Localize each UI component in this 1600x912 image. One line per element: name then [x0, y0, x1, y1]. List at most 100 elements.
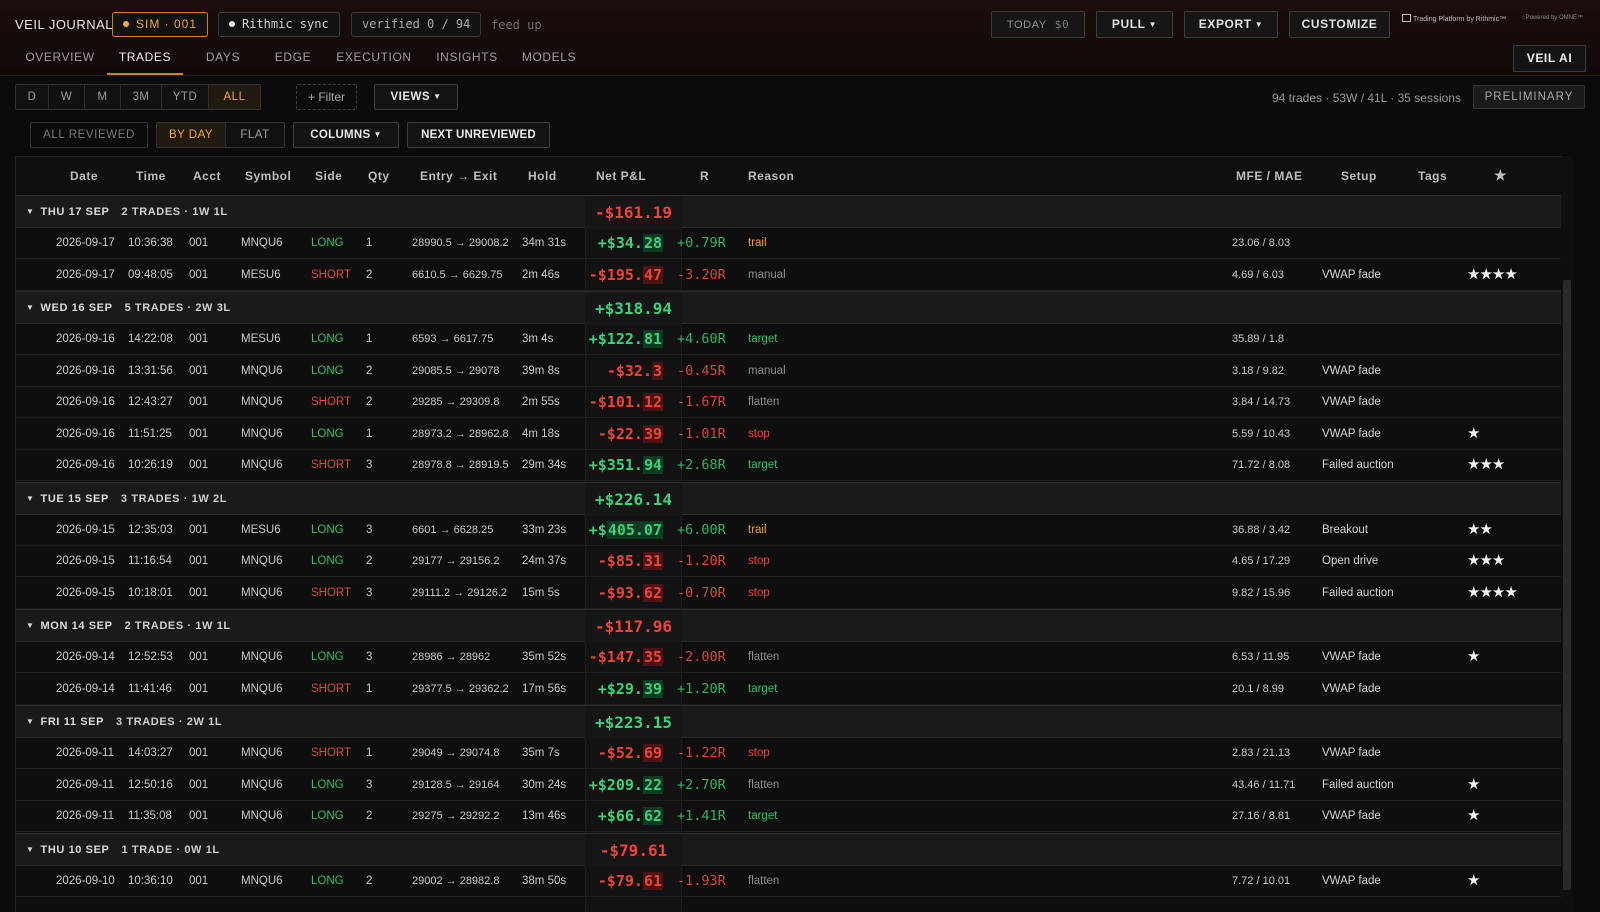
day-group-header[interactable]: ▼ THU 10 SEP 1 TRADE · 0W 1L -$79.61 — [16, 832, 1572, 867]
day-group-header[interactable]: ▼ FRI 11 SEP 3 TRADES · 2W 1L +$223.15 — [16, 705, 1572, 739]
cell-reason[interactable]: flatten — [748, 779, 779, 791]
day-group-header[interactable]: ▼ TUE 15 SEP 3 TRADES · 1W 2L +$226.14 — [16, 481, 1572, 516]
table-row[interactable]: 2026-09-11 12:50:16 001 MNQU6 LONG 3 29128.5 →… — [16, 770, 1572, 801]
range-d[interactable]: D — [16, 85, 49, 109]
col-r[interactable]: R — [700, 169, 709, 183]
by-day-option[interactable]: BY DAY — [157, 123, 226, 147]
col-entry-exit[interactable]: Entry → Exit — [420, 169, 497, 183]
cell-reason[interactable]: flatten — [748, 396, 779, 408]
cell-reason[interactable]: stop — [748, 555, 770, 567]
star-rating[interactable]: ★★★ — [1467, 551, 1505, 569]
cell-reason[interactable]: target — [748, 683, 777, 695]
col-time[interactable]: Time — [136, 169, 166, 183]
cell-setup[interactable]: Open drive — [1322, 555, 1378, 567]
sync-pill[interactable]: Rithmic sync — [218, 12, 340, 37]
star-rating[interactable]: ★★★★ — [1467, 265, 1518, 283]
cell-setup[interactable]: Breakout — [1322, 524, 1368, 536]
cell-reason[interactable]: target — [748, 810, 777, 822]
tab-trades[interactable]: TRADES — [107, 42, 183, 75]
cell-setup[interactable]: Failed auction — [1322, 779, 1394, 791]
cell-setup[interactable]: VWAP fade — [1322, 428, 1381, 440]
range-ytd[interactable]: YTD — [162, 85, 209, 109]
cell-setup[interactable]: VWAP fade — [1322, 365, 1381, 377]
day-group-header[interactable]: ▼ THU 17 SEP 2 TRADES · 1W 1L -$161.19 — [16, 195, 1572, 229]
col-reason[interactable]: Reason — [748, 169, 794, 183]
table-row[interactable]: 2026-09-15 11:16:54 001 MNQU6 LONG 2 29177 → 2… — [16, 546, 1572, 577]
table-row[interactable]: 2026-09-16 14:22:08 001 MESU6 LONG 1 6593 → 66… — [16, 324, 1572, 355]
star-rating[interactable]: ★★ — [1467, 520, 1493, 538]
range-3m[interactable]: 3M — [121, 85, 162, 109]
tab-execution[interactable]: EXECUTION — [329, 42, 419, 75]
star-icon[interactable]: ★ — [1494, 167, 1507, 184]
verified-pill[interactable]: verified 0 / 94 — [351, 12, 482, 37]
col-date[interactable]: Date — [70, 169, 98, 183]
tab-models[interactable]: MODELS — [514, 42, 584, 75]
tab-insights[interactable]: INSIGHTS — [423, 42, 511, 75]
cell-reason[interactable]: target — [748, 459, 777, 471]
tab-edge[interactable]: EDGE — [260, 42, 326, 75]
add-filter-button[interactable]: + Filter — [296, 84, 357, 110]
cell-reason[interactable]: stop — [748, 428, 770, 440]
cell-setup[interactable]: VWAP fade — [1322, 747, 1381, 759]
col-symbol[interactable]: Symbol — [245, 169, 291, 183]
table-row[interactable]: 2026-09-11 14:03:27 001 MNQU6 SHORT 1 29049 → … — [16, 738, 1572, 769]
table-row[interactable]: 2026-09-16 10:26:19 001 MNQU6 SHORT 3 28978.8 … — [16, 450, 1572, 481]
table-row[interactable]: 2026-09-11 11:35:08 001 MNQU6 LONG 2 29275 → 2… — [16, 801, 1572, 832]
cell-reason[interactable]: trail — [748, 524, 767, 536]
cell-setup[interactable]: VWAP fade — [1322, 396, 1381, 408]
cell-reason[interactable]: trail — [748, 237, 767, 249]
next-unreviewed-button[interactable]: NEXT UNREVIEWED — [407, 122, 550, 148]
cell-reason[interactable]: stop — [748, 587, 770, 599]
range-all[interactable]: ALL — [209, 85, 260, 109]
columns-button[interactable]: COLUMNS ▼ — [293, 122, 399, 148]
account-pill[interactable]: SIM · 001 — [112, 12, 209, 37]
collapse-triangle-icon[interactable]: ▼ — [26, 207, 35, 216]
star-rating[interactable]: ★★★★ — [1467, 583, 1518, 601]
col-hold[interactable]: Hold — [528, 169, 557, 183]
cell-setup[interactable]: VWAP fade — [1322, 269, 1381, 281]
table-row[interactable]: 2026-09-15 12:35:03 001 MESU6 LONG 3 6601 → 66… — [16, 515, 1572, 546]
collapse-triangle-icon[interactable]: ▼ — [26, 717, 35, 726]
table-row[interactable]: 2026-09-16 11:51:25 001 MNQU6 LONG 1 28973.2 →… — [16, 419, 1572, 450]
col-net-pnl[interactable]: Net P&L — [596, 169, 646, 183]
collapse-triangle-icon[interactable]: ▼ — [26, 621, 35, 630]
collapse-triangle-icon[interactable]: ▼ — [26, 494, 35, 503]
export-button[interactable]: EXPORT ▼ — [1184, 11, 1278, 38]
col-setup[interactable]: Setup — [1341, 169, 1377, 183]
views-button[interactable]: VIEWS ▼ — [374, 84, 458, 110]
cell-setup[interactable]: VWAP fade — [1322, 875, 1381, 887]
all-reviewed-button[interactable]: ALL REVIEWED — [30, 122, 148, 148]
flat-option[interactable]: FLAT — [226, 123, 284, 147]
cell-reason[interactable]: stop — [748, 747, 770, 759]
cell-reason[interactable]: manual — [748, 365, 786, 377]
collapse-triangle-icon[interactable]: ▼ — [26, 303, 35, 312]
table-row[interactable]: 2026-09-14 11:41:46 001 MNQU6 SHORT 1 29377.5 … — [16, 674, 1572, 705]
day-group-header[interactable]: ▼ MON 14 SEP 2 TRADES · 1W 1L -$117.96 — [16, 609, 1572, 643]
table-row[interactable]: 2026-09-14 12:52:53 001 MNQU6 LONG 3 28986 → 2… — [16, 642, 1572, 673]
table-row[interactable]: 2026-09-17 09:48:05 001 MESU6 SHORT 2 6610.5 →… — [16, 260, 1572, 291]
today-pnl[interactable]: TODAY $0 — [991, 11, 1085, 38]
cell-setup[interactable]: Failed auction — [1322, 587, 1394, 599]
cell-setup[interactable]: VWAP fade — [1322, 651, 1381, 663]
cell-reason[interactable]: manual — [748, 269, 786, 281]
star-rating[interactable]: ★ — [1467, 806, 1480, 824]
star-rating[interactable]: ★ — [1467, 871, 1480, 889]
star-rating[interactable]: ★ — [1467, 424, 1480, 442]
col-acct[interactable]: Acct — [193, 169, 221, 183]
preliminary-badge[interactable]: PRELIMINARY — [1473, 85, 1585, 109]
cell-setup[interactable]: VWAP fade — [1322, 810, 1381, 822]
scrollbar-thumb[interactable] — [1563, 280, 1571, 890]
tab-overview[interactable]: OVERVIEW — [15, 42, 105, 75]
star-rating[interactable]: ★★★ — [1467, 455, 1505, 473]
range-w[interactable]: W — [49, 85, 85, 109]
collapse-triangle-icon[interactable]: ▼ — [26, 845, 35, 854]
day-group-header[interactable]: ▼ WED 16 SEP 5 TRADES · 2W 3L +$318.94 — [16, 291, 1572, 325]
table-row[interactable]: 2026-09-10 10:36:10 001 MNQU6 LONG 2 29002 → 2… — [16, 866, 1572, 897]
col-tags[interactable]: Tags — [1418, 169, 1447, 183]
table-row[interactable]: 2026-09-17 10:36:38 001 MNQU6 LONG 1 28990.5 →… — [16, 228, 1572, 259]
table-row[interactable]: 2026-09-16 13:31:56 001 MNQU6 LONG 2 29085.5 →… — [16, 356, 1572, 387]
col-mfe-mae[interactable]: MFE / MAE — [1236, 169, 1303, 183]
tab-days[interactable]: DAYS — [194, 42, 252, 75]
cell-reason[interactable]: flatten — [748, 651, 779, 663]
veil-ai-button[interactable]: VEIL AI — [1513, 45, 1586, 72]
